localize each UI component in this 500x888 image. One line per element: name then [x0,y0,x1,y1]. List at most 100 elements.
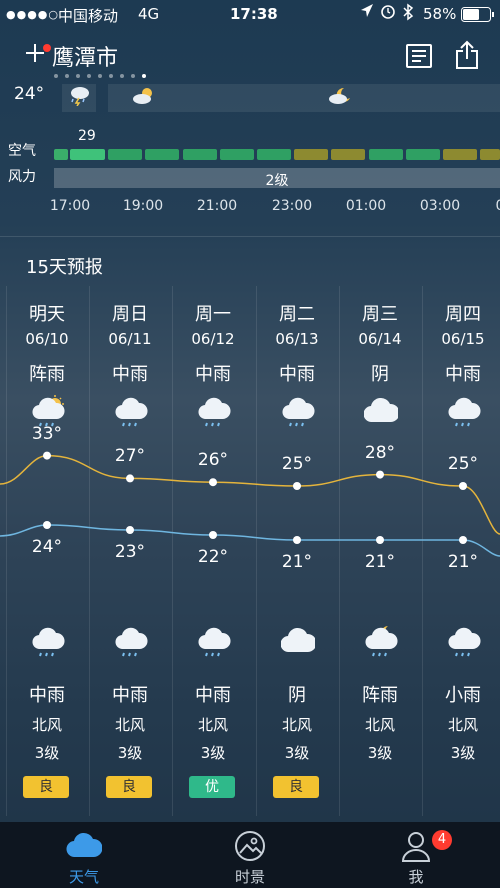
wind-direction: 北风 [364,716,395,734]
temp-point [459,536,467,544]
battery-icon [461,7,495,27]
night-condition: 阵雨 [362,685,398,706]
notification-dot [43,44,51,52]
temp-point [126,526,134,534]
aqi-value: 29 [78,128,96,144]
tab-scenery[interactable]: 时景 [190,822,310,888]
temp-point [209,531,217,539]
bluetooth-icon [402,3,414,25]
temp-point [459,482,467,490]
aqi-segment [294,149,328,160]
aqi-segment [70,149,105,160]
aqi-segment [183,149,217,160]
status-bar: ●●●●○ 中国移动 4G 17:38 58% [0,0,500,28]
tab-me[interactable]: 我 [356,822,476,888]
high-temp-label: 25° [281,454,313,474]
rain-cloud-icon [197,624,231,662]
signal-icon: ●●●●○ [6,8,59,21]
high-temp-label: 28° [364,442,396,463]
share-icon[interactable] [455,40,479,74]
aqi-segment [331,149,365,160]
aqi-segment [108,149,142,160]
wind-bar: 2级 [54,168,500,189]
night-condition: 阴 [288,685,306,706]
aqi-segment [220,149,254,160]
high-temp-label: 25° [447,454,479,474]
wind-direction: 北风 [31,716,62,734]
notification-badge: 4 [432,830,452,850]
network-label: 4G [138,5,160,23]
aqi-badge: 良 [106,776,152,798]
night-condition: 中雨 [112,685,148,706]
wind-level: 3级 [284,744,310,762]
wind-direction: 北风 [281,716,312,734]
hour-label: 21:00 [196,198,238,214]
temp-point [293,536,301,544]
alarm-icon [380,3,396,23]
carrier-label: 中国移动 [58,7,119,25]
list-icon[interactable] [406,44,432,68]
high-temp-label: 26° [197,450,229,471]
low-temp-label: 21° [447,552,479,572]
city-name[interactable]: 鹰潭市 [52,40,118,72]
low-temp-label: 24° [31,537,63,557]
hourly-forecast[interactable]: 24° 空气 29 风力 2级 17:00 19:00 21:00 23:00 … [0,84,500,230]
temp-point [43,451,51,460]
tab-scenery-label: 时景 [234,868,265,886]
hour-label: 01:00 [345,198,387,214]
picture-icon [234,830,266,866]
app-header: 鹰潭市 [0,36,500,78]
low-temp-label: 21° [281,552,313,572]
wind-level: 3级 [367,744,393,762]
wind-level: 2级 [265,173,289,189]
thunder-rain-icon [68,84,92,110]
night-condition: 小雨 [445,685,481,706]
temp-point [126,474,134,483]
high-temp-label: 33° [31,423,63,444]
temp-point [376,470,384,479]
wind-level: 3级 [34,744,60,762]
temp-point [376,536,384,544]
cloud-icon [66,830,103,864]
wind-level: 3级 [450,744,476,762]
aqi-badge: 优 [189,776,235,798]
wind-direction: 北风 [447,716,478,734]
cloud-moon-icon [328,86,352,110]
temp-point [209,478,217,487]
rain-cloud-icon [31,624,65,662]
aqi-badge: 良 [273,776,319,798]
low-temp-label: 23° [114,542,146,562]
aqi-badge: 良 [23,776,69,798]
hourly-temp: 24° [14,84,45,104]
aqi-segment [257,149,291,160]
daily-forecast[interactable]: 明天 06/10 阵雨 中雨 北风 3级良周日 06/11 中雨 中雨 北风 3级良周一 06/12 中… [0,286,500,816]
hour-label: 17:00 [49,198,91,214]
cloud-sun-icon [132,86,156,110]
person-icon [401,830,431,866]
rain-cloud-icon [114,624,148,662]
moon-rain-icon [364,624,398,662]
hour-label: 19:00 [122,198,164,214]
night-condition: 中雨 [195,685,231,706]
clock: 17:38 [230,5,278,23]
wind-label: 风力 [8,169,36,185]
hour-label: 23:00 [271,198,313,214]
wind-direction: 北风 [114,716,145,734]
night-condition: 中雨 [29,685,65,706]
wind-level: 3级 [117,744,143,762]
cloud-icon [280,624,317,662]
hour-label: 0 [495,198,500,214]
wind-level: 3级 [200,744,226,762]
wind-direction: 北风 [197,716,228,734]
aqi-segment [480,149,500,160]
temp-point [43,521,51,529]
tab-weather[interactable]: 天气 [24,822,144,888]
low-temp-label: 22° [197,547,229,567]
battery-percent: 58% [423,5,457,23]
forecast-title: 15天预报 [26,257,103,278]
aqi-segment [406,149,440,160]
low-temp-label: 21° [364,552,396,572]
tab-bar: 天气 时景 我 4 [0,822,500,888]
tab-me-label: 我 [408,868,424,886]
aqi-label: 空气 [8,143,36,159]
